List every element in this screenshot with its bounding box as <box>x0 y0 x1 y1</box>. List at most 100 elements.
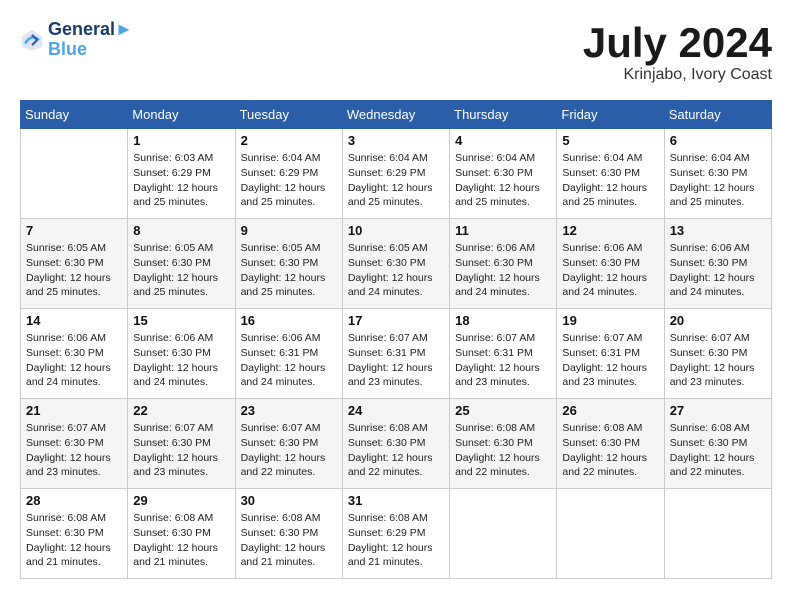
day-number: 26 <box>562 403 658 418</box>
day-info: Sunrise: 6:06 AMSunset: 6:31 PMDaylight:… <box>241 331 337 390</box>
day-info: Sunrise: 6:07 AMSunset: 6:30 PMDaylight:… <box>26 421 122 480</box>
day-info: Sunrise: 6:05 AMSunset: 6:30 PMDaylight:… <box>133 241 229 300</box>
day-info: Sunrise: 6:04 AMSunset: 6:30 PMDaylight:… <box>670 151 766 210</box>
location: Krinjabo, Ivory Coast <box>583 66 772 84</box>
weekday-header-monday: Monday <box>128 101 235 129</box>
day-number: 2 <box>241 133 337 148</box>
calendar-cell: 28Sunrise: 6:08 AMSunset: 6:30 PMDayligh… <box>21 489 128 579</box>
day-number: 11 <box>455 223 551 238</box>
calendar-cell: 4 Sunrise: 6:04 AMSunset: 6:30 PMDaylight… <box>450 129 557 219</box>
calendar-cell: 18 Sunrise: 6:07 AMSunset: 6:31 PMDayligh… <box>450 309 557 399</box>
day-number: 19 <box>562 313 658 328</box>
calendar-cell: 21Sunrise: 6:07 AMSunset: 6:30 PMDayligh… <box>21 399 128 489</box>
day-number: 1 <box>133 133 229 148</box>
calendar-cell: 26Sunrise: 6:08 AMSunset: 6:30 PMDayligh… <box>557 399 664 489</box>
calendar-cell: 30 Sunrise: 6:08 AMSunset: 6:30 PMDayligh… <box>235 489 342 579</box>
day-number: 9 <box>241 223 337 238</box>
calendar-cell: 24 Sunrise: 6:08 AMSunset: 6:30 PMDayligh… <box>342 399 449 489</box>
weekday-header-saturday: Saturday <box>664 101 771 129</box>
logo: General► Blue <box>20 20 133 60</box>
calendar-cell: 23 Sunrise: 6:07 AMSunset: 6:30 PMDayligh… <box>235 399 342 489</box>
day-number: 3 <box>348 133 444 148</box>
weekday-header-wednesday: Wednesday <box>342 101 449 129</box>
calendar-cell: 16Sunrise: 6:06 AMSunset: 6:31 PMDayligh… <box>235 309 342 399</box>
day-info: Sunrise: 6:07 AMSunset: 6:30 PMDaylight:… <box>133 421 229 480</box>
day-number: 12 <box>562 223 658 238</box>
calendar-cell: 5 Sunrise: 6:04 AMSunset: 6:30 PMDaylight… <box>557 129 664 219</box>
calendar-cell: 9 Sunrise: 6:05 AMSunset: 6:30 PMDaylight… <box>235 219 342 309</box>
day-number: 24 <box>348 403 444 418</box>
calendar-cell <box>557 489 664 579</box>
calendar-cell: 1Sunrise: 6:03 AMSunset: 6:29 PMDaylight… <box>128 129 235 219</box>
day-number: 17 <box>348 313 444 328</box>
day-number: 20 <box>670 313 766 328</box>
day-info: Sunrise: 6:06 AMSunset: 6:30 PMDaylight:… <box>133 331 229 390</box>
day-info: Sunrise: 6:05 AMSunset: 6:30 PMDaylight:… <box>241 241 337 300</box>
day-info: Sunrise: 6:06 AMSunset: 6:30 PMDaylight:… <box>562 241 658 300</box>
day-number: 18 <box>455 313 551 328</box>
weekday-header-friday: Friday <box>557 101 664 129</box>
calendar-cell <box>664 489 771 579</box>
day-info: Sunrise: 6:08 AMSunset: 6:30 PMDaylight:… <box>348 421 444 480</box>
calendar-cell: 6Sunrise: 6:04 AMSunset: 6:30 PMDaylight… <box>664 129 771 219</box>
calendar-cell: 3Sunrise: 6:04 AMSunset: 6:29 PMDaylight… <box>342 129 449 219</box>
calendar-cell: 15Sunrise: 6:06 AMSunset: 6:30 PMDayligh… <box>128 309 235 399</box>
calendar-cell: 10Sunrise: 6:05 AMSunset: 6:30 PMDayligh… <box>342 219 449 309</box>
day-number: 23 <box>241 403 337 418</box>
calendar-cell: 7Sunrise: 6:05 AMSunset: 6:30 PMDaylight… <box>21 219 128 309</box>
day-info: Sunrise: 6:04 AMSunset: 6:30 PMDaylight:… <box>455 151 551 210</box>
day-info: Sunrise: 6:08 AMSunset: 6:30 PMDaylight:… <box>241 511 337 570</box>
calendar-table: SundayMondayTuesdayWednesdayThursdayFrid… <box>20 100 772 579</box>
month-title: July 2024 <box>583 20 772 66</box>
day-number: 30 <box>241 493 337 508</box>
weekday-header-sunday: Sunday <box>21 101 128 129</box>
week-row-5: 28 Sunrise: 6:08 AMSunset: 6:30 PMDayligh… <box>21 489 772 579</box>
day-number: 5 <box>562 133 658 148</box>
calendar-cell <box>21 129 128 219</box>
calendar-cell: 13Sunrise: 6:06 AMSunset: 6:30 PMDayligh… <box>664 219 771 309</box>
weekday-header-row: SundayMondayTuesdayWednesdayThursdayFrid… <box>21 101 772 129</box>
calendar-cell: 19 Sunrise: 6:07 AMSunset: 6:31 PMDayligh… <box>557 309 664 399</box>
day-info: Sunrise: 6:07 AMSunset: 6:31 PMDaylight:… <box>455 331 551 390</box>
day-info: Sunrise: 6:07 AMSunset: 6:30 PMDaylight:… <box>241 421 337 480</box>
day-info: Sunrise: 6:05 AMSunset: 6:30 PMDaylight:… <box>26 241 122 300</box>
calendar-cell: 22 Sunrise: 6:07 AMSunset: 6:30 PMDayligh… <box>128 399 235 489</box>
week-row-3: 14 Sunrise: 6:06 AMSunset: 6:30 PMDayligh… <box>21 309 772 399</box>
day-number: 28 <box>26 493 122 508</box>
day-info: Sunrise: 6:04 AMSunset: 6:30 PMDaylight:… <box>562 151 658 210</box>
day-info: Sunrise: 6:08 AMSunset: 6:30 PMDaylight:… <box>670 421 766 480</box>
week-row-4: 21Sunrise: 6:07 AMSunset: 6:30 PMDayligh… <box>21 399 772 489</box>
day-number: 22 <box>133 403 229 418</box>
weekday-header-tuesday: Tuesday <box>235 101 342 129</box>
day-info: Sunrise: 6:08 AMSunset: 6:29 PMDaylight:… <box>348 511 444 570</box>
calendar-cell: 2Sunrise: 6:04 AMSunset: 6:29 PMDaylight… <box>235 129 342 219</box>
logo-text-block: General► Blue <box>48 20 133 60</box>
day-info: Sunrise: 6:07 AMSunset: 6:30 PMDaylight:… <box>670 331 766 390</box>
logo-line2: Blue <box>48 40 133 60</box>
day-number: 8 <box>133 223 229 238</box>
logo-icon <box>20 28 44 52</box>
day-info: Sunrise: 6:07 AMSunset: 6:31 PMDaylight:… <box>562 331 658 390</box>
day-info: Sunrise: 6:07 AMSunset: 6:31 PMDaylight:… <box>348 331 444 390</box>
calendar-cell: 25Sunrise: 6:08 AMSunset: 6:30 PMDayligh… <box>450 399 557 489</box>
calendar-cell: 14Sunrise: 6:06 AMSunset: 6:30 PMDayligh… <box>21 309 128 399</box>
day-number: 25 <box>455 403 551 418</box>
calendar-cell <box>450 489 557 579</box>
calendar-cell: 11Sunrise: 6:06 AMSunset: 6:30 PMDayligh… <box>450 219 557 309</box>
week-row-1: 1Sunrise: 6:03 AMSunset: 6:29 PMDaylight… <box>21 129 772 219</box>
title-block: July 2024 Krinjabo, Ivory Coast <box>583 20 772 84</box>
calendar-cell: 31 Sunrise: 6:08 AMSunset: 6:29 PMDayligh… <box>342 489 449 579</box>
calendar-cell: 17 Sunrise: 6:07 AMSunset: 6:31 PMDayligh… <box>342 309 449 399</box>
calendar-cell: 8 Sunrise: 6:05 AMSunset: 6:30 PMDaylight… <box>128 219 235 309</box>
day-number: 4 <box>455 133 551 148</box>
day-number: 14 <box>26 313 122 328</box>
day-info: Sunrise: 6:05 AMSunset: 6:30 PMDaylight:… <box>348 241 444 300</box>
calendar-cell: 12 Sunrise: 6:06 AMSunset: 6:30 PMDayligh… <box>557 219 664 309</box>
day-info: Sunrise: 6:06 AMSunset: 6:30 PMDaylight:… <box>670 241 766 300</box>
day-number: 31 <box>348 493 444 508</box>
calendar-cell: 20 Sunrise: 6:07 AMSunset: 6:30 PMDayligh… <box>664 309 771 399</box>
week-row-2: 7Sunrise: 6:05 AMSunset: 6:30 PMDaylight… <box>21 219 772 309</box>
calendar-cell: 27Sunrise: 6:08 AMSunset: 6:30 PMDayligh… <box>664 399 771 489</box>
weekday-header-thursday: Thursday <box>450 101 557 129</box>
calendar-cell: 29Sunrise: 6:08 AMSunset: 6:30 PMDayligh… <box>128 489 235 579</box>
